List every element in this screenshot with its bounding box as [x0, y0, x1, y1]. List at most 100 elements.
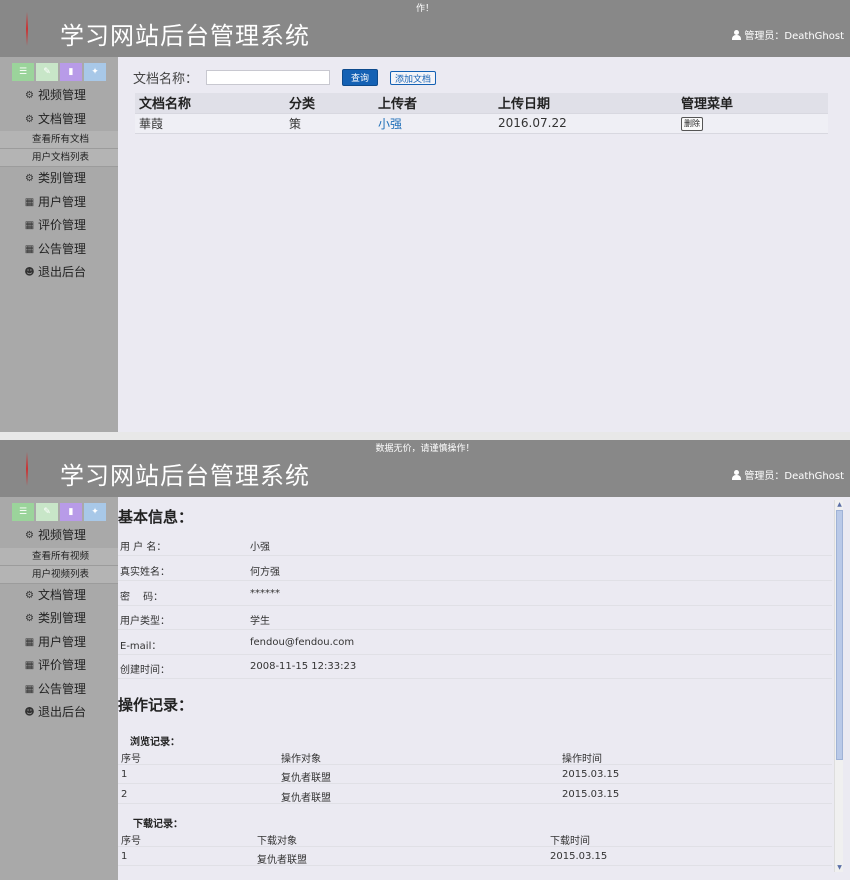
add-document-button[interactable]: 添加文档	[390, 70, 437, 85]
table-row: 1 复仇者联盟 2015.03.15	[118, 765, 832, 784]
column-header: 文档名称	[135, 93, 285, 113]
info-row: E-mail： fendou@fendou.com	[118, 631, 832, 655]
sidebar-item-video[interactable]: ⚙ 视频管理	[0, 524, 118, 548]
logo-divider	[26, 452, 28, 486]
sidebar-item-users[interactable]: ▦ 用户管理	[0, 191, 118, 215]
header-notice: 作！	[415, 4, 434, 14]
grid-icon: ▦	[24, 660, 35, 671]
sidebar-item-reviews[interactable]: ▦ 评价管理	[0, 654, 118, 678]
screen-separator	[0, 432, 850, 440]
info-row: 创建时间： 2008-11-15 12:33:23	[118, 655, 832, 679]
admin-label[interactable]: 管理员：DeathGhost	[732, 467, 844, 482]
sidebar-item-reviews[interactable]: ▦ 评价管理	[0, 214, 118, 238]
user-detail-screen: 数据无价，请谨慎操作！ 学习网站后台管理系统 管理员：DeathGhost ☰ …	[0, 440, 850, 880]
table-row: 2 复仇者联盟 2015.03.15	[118, 785, 832, 804]
edit-icon[interactable]: ✎	[36, 503, 58, 521]
sidebar-item-logout[interactable]: ☻ 退出后台	[0, 701, 118, 725]
sidebar-nav: ⚙ 视频管理 ⚙ 文档管理 查看所有文档 用户文档列表 ⚙ 类别管理 ▦ 用户管理 ▦ 评…	[0, 84, 118, 285]
cogs-icon: ⚙	[25, 173, 34, 184]
sidebar: ☰ ✎ ▮ ✦ ⚙ 视频管理 ⚙ 文档管理 查看所有文档 用户文档列表 ⚙ 类别管理 …	[0, 57, 118, 432]
cogs-icon: ⚙	[25, 613, 34, 624]
table-row: 華葭 策 小强 2016.07.22 删除	[135, 112, 828, 134]
table-header-row: 文档名称 分类 上传者 上传日期 管理菜单	[135, 93, 828, 113]
sidebar-item-logout[interactable]: ☻ 退出后台	[0, 261, 118, 285]
admin-label[interactable]: 管理员：DeathGhost	[732, 27, 844, 42]
scroll-thumb[interactable]	[836, 510, 843, 760]
list-icon[interactable]: ☰	[12, 63, 34, 81]
info-row: 密 码： ******	[118, 582, 832, 606]
table-row: 1 复仇者联盟 2015.03.15	[118, 847, 832, 866]
grid-icon: ▦	[24, 243, 35, 255]
doc-action-cell: 删除	[677, 112, 828, 134]
list-icon[interactable]: ☰	[12, 503, 34, 521]
sidebar-toolbar: ☰ ✎ ▮ ✦	[12, 63, 106, 81]
group-icon: ☻	[24, 707, 35, 718]
basic-info-title: 基本信息：	[118, 508, 194, 526]
site-title: 学习网站后台管理系统	[60, 462, 310, 490]
top-header: 作！ 学习网站后台管理系统 管理员：DeathGhost	[0, 0, 850, 57]
vertical-scrollbar[interactable]: ▲ ▼	[834, 500, 843, 872]
sidebar-item-document[interactable]: ⚙ 文档管理	[0, 108, 118, 132]
main-content: 文档名称： 查询 添加文档 文档名称 分类 上传者 上传日期 管理菜单 華葭 策…	[118, 57, 850, 432]
document-table: 文档名称 分类 上传者 上传日期 管理菜单 華葭 策 小强 2016.07.22…	[135, 93, 828, 134]
cogs-icon: ⚙	[25, 113, 34, 125]
document-management-screen: 作！ 学习网站后台管理系统 管理员：DeathGhost ☰ ✎ ▮ ✦ ⚙ 视频…	[0, 0, 850, 432]
delete-button[interactable]: 删除	[681, 116, 703, 131]
grid-icon: ▦	[24, 636, 35, 648]
grid-icon: ▦	[24, 683, 35, 695]
scroll-down-icon[interactable]: ▼	[835, 863, 844, 872]
top-header: 数据无价，请谨慎操作！ 学习网站后台管理系统 管理员：DeathGhost	[0, 440, 850, 497]
main-content: 基本信息： 用 户 名： 小强 真实姓名： 何方强 密 码： ****** 用户类型：…	[118, 497, 850, 880]
user-icon	[732, 470, 742, 480]
browse-header-row: 序号 操作对象 操作时间	[118, 746, 832, 765]
sidebar-subitem-all-docs[interactable]: 查看所有文档	[0, 131, 118, 149]
admin-text: 管理员：DeathGhost	[744, 471, 844, 482]
doc-name-input[interactable]	[206, 70, 331, 85]
sidebar-item-users[interactable]: ▦ 用户管理	[0, 631, 118, 655]
column-header: 分类	[285, 93, 374, 113]
bookmark-icon[interactable]: ▮	[60, 503, 82, 521]
uploader-link[interactable]: 小强	[378, 117, 402, 131]
header-notice: 数据无价，请谨慎操作！	[375, 444, 475, 454]
doc-date-cell: 2016.07.22	[494, 112, 677, 134]
cogs-icon: ⚙	[25, 530, 34, 541]
bookmark-icon[interactable]: ▮	[60, 63, 82, 81]
sidebar-item-notices[interactable]: ▦ 公告管理	[0, 678, 118, 702]
info-row: 真实姓名： 何方强	[118, 557, 832, 581]
info-row: 用 户 名： 小强	[118, 532, 832, 556]
settings-icon[interactable]: ✦	[84, 503, 106, 521]
search-label: 文档名称：	[133, 72, 199, 87]
column-header: 上传日期	[494, 93, 677, 113]
group-icon: ☻	[24, 267, 35, 278]
doc-category-cell: 策	[285, 112, 374, 134]
scroll-up-icon[interactable]: ▲	[835, 500, 844, 509]
sidebar-item-category[interactable]: ⚙ 类别管理	[0, 607, 118, 631]
sidebar-subitem-user-videos[interactable]: 用户视频列表	[0, 565, 118, 584]
sidebar-subitem-all-videos[interactable]: 查看所有视频	[0, 547, 118, 566]
cogs-icon: ⚙	[25, 90, 34, 101]
download-header-row: 序号 下载对象 下载时间	[118, 828, 832, 847]
user-icon	[732, 30, 742, 40]
sidebar-nav: ⚙ 视频管理 查看所有视频 用户视频列表 ⚙ 文档管理 ⚙ 类别管理 ▦ 用户管理 ▦ 评…	[0, 524, 118, 725]
sidebar-item-video[interactable]: ⚙ 视频管理	[0, 84, 118, 108]
doc-uploader-cell: 小强	[374, 112, 494, 134]
settings-icon[interactable]: ✦	[84, 63, 106, 81]
edit-icon[interactable]: ✎	[36, 63, 58, 81]
admin-text: 管理员：DeathGhost	[744, 31, 844, 42]
column-header: 上传者	[374, 93, 494, 113]
sidebar-item-document[interactable]: ⚙ 文档管理	[0, 584, 118, 608]
doc-name-cell: 華葭	[135, 112, 285, 134]
column-header: 管理菜单	[677, 93, 828, 113]
sidebar-item-notices[interactable]: ▦ 公告管理	[0, 238, 118, 262]
sidebar-item-category[interactable]: ⚙ 类别管理	[0, 167, 118, 191]
sidebar-subitem-user-docs[interactable]: 用户文档列表	[0, 149, 118, 167]
sidebar: ☰ ✎ ▮ ✦ ⚙ 视频管理 查看所有视频 用户视频列表 ⚙ 文档管理 ⚙ 类别管理 …	[0, 497, 118, 880]
logo-divider	[26, 12, 28, 46]
site-title: 学习网站后台管理系统	[60, 22, 310, 50]
info-row: 用户类型： 学生	[118, 606, 832, 630]
query-button[interactable]: 查询	[342, 69, 379, 86]
search-bar: 文档名称： 查询 添加文档	[133, 68, 437, 87]
grid-icon: ▦	[24, 196, 35, 208]
sidebar-toolbar: ☰ ✎ ▮ ✦	[12, 503, 106, 521]
grid-icon: ▦	[24, 220, 35, 231]
